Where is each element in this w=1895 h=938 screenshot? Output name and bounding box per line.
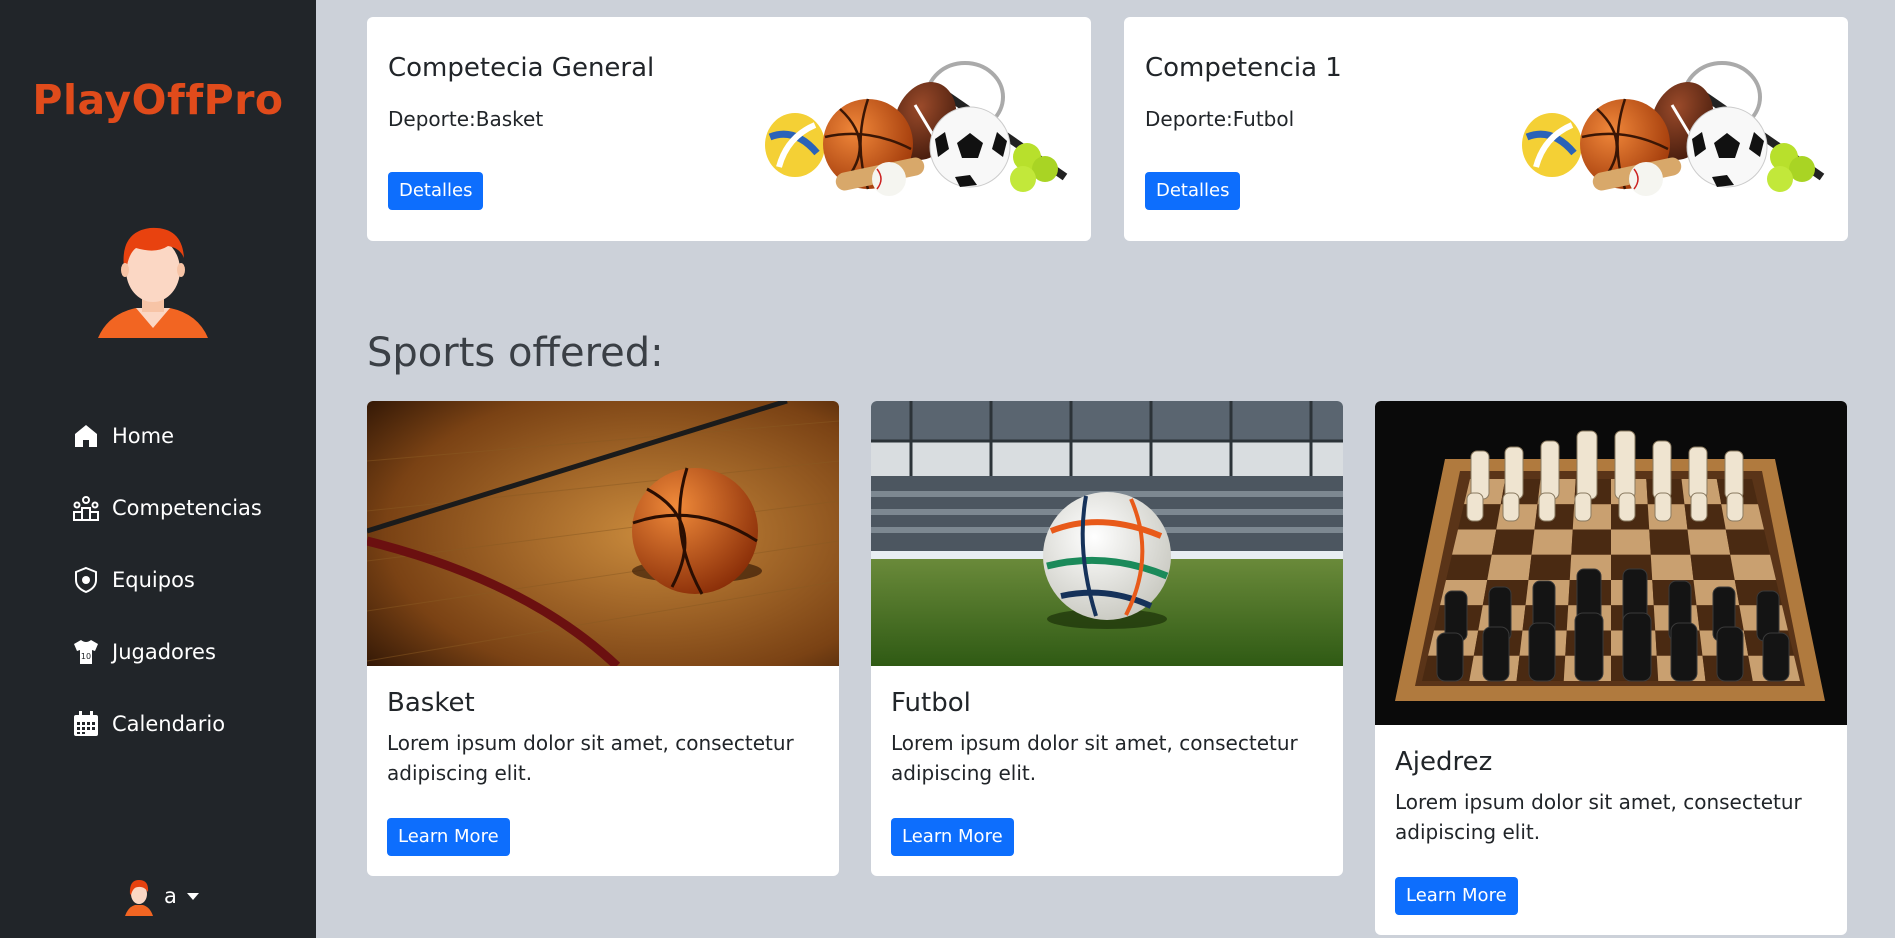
- svg-text:10: 10: [81, 652, 91, 661]
- sport-name: Futbol: [891, 688, 971, 718]
- chessboard-square: [1531, 529, 1573, 555]
- jersey-icon: 10: [71, 637, 101, 667]
- sports-balls-image: [765, 61, 1068, 196]
- chessboard-square: [1491, 529, 1535, 555]
- nav-label-jugadores: Jugadores: [112, 640, 216, 664]
- podium-icon: [71, 493, 101, 523]
- basketball-image: [367, 401, 839, 666]
- nav-item-competencias[interactable]: Competencias: [0, 490, 316, 526]
- competition-sport: Deporte:Futbol: [1145, 107, 1295, 131]
- sport-card-basket: Basket Lorem ipsum dolor sit amet, conse…: [367, 401, 839, 876]
- chessboard-square: [1487, 554, 1532, 580]
- soccer-ball-image: [871, 401, 1343, 666]
- competition-card: Competencia 1 Deporte:Futbol Detalles: [1124, 17, 1848, 241]
- user-name: a: [164, 884, 177, 908]
- sport-card-body: Ajedrez Lorem ipsum dolor sit amet, cons…: [1375, 725, 1847, 935]
- competition-card: Competecia General Deporte:Basket Detall…: [367, 17, 1091, 241]
- shield-icon: [71, 565, 101, 595]
- chessboard-square: [1690, 554, 1735, 580]
- competition-sport: Deporte:Basket: [388, 107, 544, 131]
- sport-description: Lorem ipsum dolor sit amet, consectetur …: [387, 731, 794, 785]
- learn-more-button[interactable]: Learn More: [1395, 877, 1518, 915]
- sport-card-body: Basket Lorem ipsum dolor sit amet, conse…: [367, 666, 839, 876]
- chessboard-square: [1650, 554, 1694, 580]
- brand-logo[interactable]: PlayOffPro: [0, 76, 316, 124]
- details-button[interactable]: Detalles: [1145, 172, 1241, 210]
- main-content: Competecia General Deporte:Basket Detall…: [316, 0, 1895, 938]
- nav-item-equipos[interactable]: Equipos: [0, 562, 316, 598]
- sidebar-nav: Home Competencias Equipos 10 Jugadores C…: [0, 418, 316, 778]
- competition-title: Competecia General: [388, 53, 655, 83]
- sports-balls-image: [1522, 61, 1825, 196]
- home-icon: [71, 421, 101, 451]
- sport-card-body: Futbol Lorem ipsum dolor sit amet, conse…: [871, 666, 1343, 876]
- details-button[interactable]: Detalles: [388, 172, 484, 210]
- chessboard-square: [1611, 529, 1651, 555]
- chessboard-square: [1687, 529, 1731, 555]
- app-root: PlayOffPro Home Competencias Equipos 10 …: [0, 0, 1895, 938]
- sport-card-ajedrez: Ajedrez Lorem ipsum dolor sit amet, cons…: [1375, 401, 1847, 935]
- sport-description: Lorem ipsum dolor sit amet, consectetur …: [1395, 790, 1802, 844]
- user-avatar-icon: [125, 880, 153, 916]
- chessboard-square: [1649, 529, 1691, 555]
- nav-item-jugadores[interactable]: 10 Jugadores: [0, 634, 316, 670]
- chevron-down-icon: [186, 892, 199, 900]
- chessboard-square: [1452, 529, 1497, 555]
- nav-item-calendario[interactable]: Calendario: [0, 706, 316, 742]
- calendar-icon: [71, 709, 101, 739]
- chessboard-square: [1528, 554, 1572, 580]
- sport-name: Basket: [387, 688, 475, 718]
- profile-avatar: [98, 227, 208, 338]
- chessboard-square: [1730, 554, 1776, 580]
- chessboard-image: [1375, 401, 1847, 725]
- chessboard-square: [1571, 529, 1611, 555]
- learn-more-button[interactable]: Learn More: [387, 818, 510, 856]
- chessboard-square: [1446, 554, 1492, 580]
- user-menu-dropdown[interactable]: a: [124, 876, 199, 916]
- competition-title: Competencia 1: [1145, 53, 1342, 83]
- nav-label-calendario: Calendario: [112, 712, 226, 736]
- sidebar: PlayOffPro Home Competencias Equipos 10 …: [0, 0, 316, 938]
- nav-label-home: Home: [112, 424, 175, 448]
- sport-card-futbol: Futbol Lorem ipsum dolor sit amet, conse…: [871, 401, 1343, 876]
- nav-item-home[interactable]: Home: [0, 418, 316, 454]
- learn-more-button[interactable]: Learn More: [891, 818, 1014, 856]
- chessboard-square: [1725, 529, 1770, 555]
- nav-label-competencias: Competencias: [112, 496, 262, 520]
- sport-description: Lorem ipsum dolor sit amet, consectetur …: [891, 731, 1298, 785]
- section-title: Sports offered:: [367, 330, 664, 376]
- nav-label-equipos: Equipos: [112, 568, 195, 592]
- sport-name: Ajedrez: [1395, 747, 1493, 777]
